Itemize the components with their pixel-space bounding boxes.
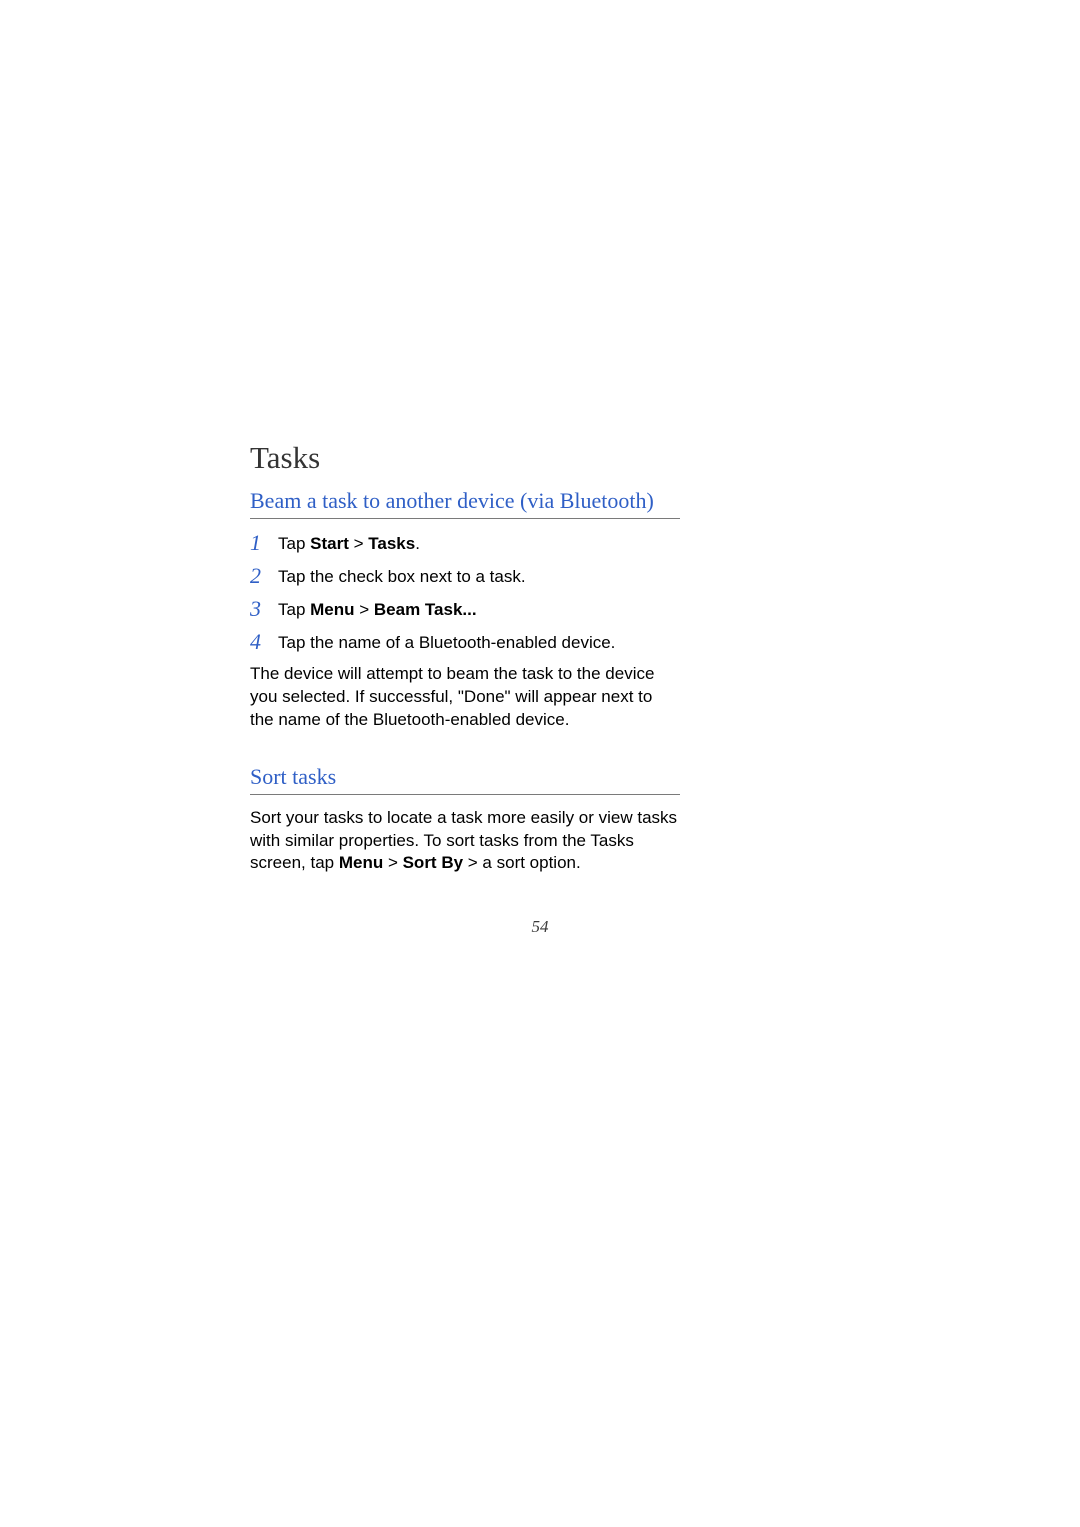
page-number: 54 bbox=[0, 917, 1080, 937]
step-text-bold: Tasks bbox=[368, 534, 415, 553]
section-rule bbox=[250, 518, 680, 519]
step-text-bold: Beam Task... bbox=[374, 600, 477, 619]
step-text: Tap the name of a Bluetooth-enabled devi… bbox=[278, 630, 615, 655]
step-text: Tap the check box next to a task. bbox=[278, 564, 526, 589]
section-body: The device will attempt to beam the task… bbox=[250, 663, 680, 732]
step-text: Tap Menu > Beam Task... bbox=[278, 597, 477, 622]
step-text-mid: > bbox=[349, 534, 368, 553]
step-number: 4 bbox=[250, 630, 278, 654]
step-text-pre: Tap the name of a Bluetooth-enabled devi… bbox=[278, 633, 615, 652]
step-number: 1 bbox=[250, 531, 278, 555]
step-text-pre: Tap bbox=[278, 600, 310, 619]
step-list: 1 Tap Start > Tasks. 2 Tap the check box… bbox=[250, 531, 680, 655]
body-mid: > bbox=[383, 853, 402, 872]
body-bold: Sort By bbox=[403, 853, 463, 872]
section-heading-beam: Beam a task to another device (via Bluet… bbox=[250, 488, 680, 514]
step-number: 2 bbox=[250, 564, 278, 588]
step-number: 3 bbox=[250, 597, 278, 621]
section-body: Sort your tasks to locate a task more ea… bbox=[250, 807, 680, 876]
step-text-post: . bbox=[415, 534, 420, 553]
step-text-bold: Start bbox=[310, 534, 349, 553]
step-text-pre: Tap the check box next to a task. bbox=[278, 567, 526, 586]
step-item: 3 Tap Menu > Beam Task... bbox=[250, 597, 680, 622]
page: Tasks Beam a task to another device (via… bbox=[0, 0, 1080, 1527]
page-title: Tasks bbox=[250, 440, 680, 476]
body-bold: Menu bbox=[339, 853, 383, 872]
step-item: 2 Tap the check box next to a task. bbox=[250, 564, 680, 589]
step-text-mid: > bbox=[355, 600, 374, 619]
section-heading-sort: Sort tasks bbox=[250, 764, 680, 790]
body-post: > a sort option. bbox=[463, 853, 581, 872]
step-text-bold: Menu bbox=[310, 600, 354, 619]
content-column: Tasks Beam a task to another device (via… bbox=[250, 440, 680, 875]
step-text-pre: Tap bbox=[278, 534, 310, 553]
section-rule bbox=[250, 794, 680, 795]
step-item: 1 Tap Start > Tasks. bbox=[250, 531, 680, 556]
step-text: Tap Start > Tasks. bbox=[278, 531, 420, 556]
step-item: 4 Tap the name of a Bluetooth-enabled de… bbox=[250, 630, 680, 655]
